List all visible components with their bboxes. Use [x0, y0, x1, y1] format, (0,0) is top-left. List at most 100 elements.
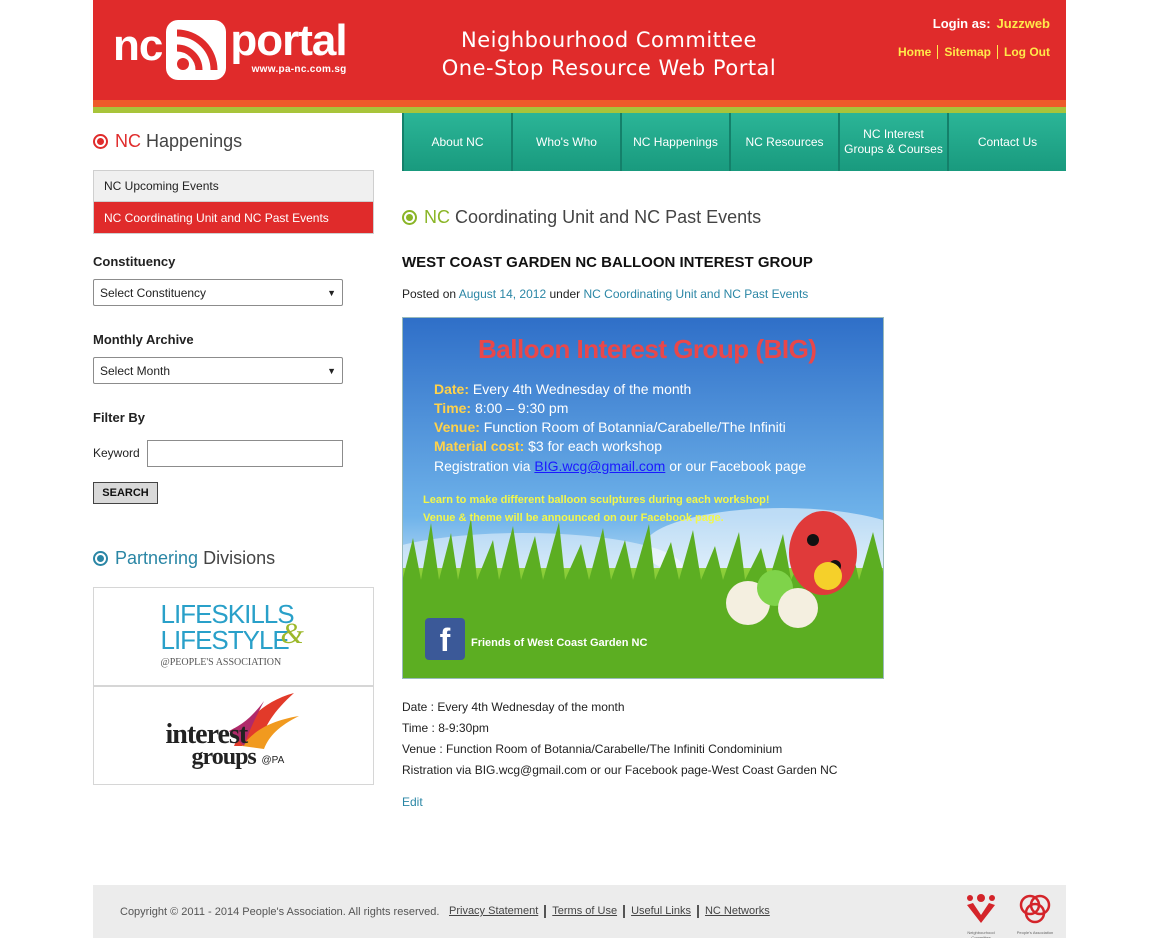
poster-reg-email: BIG.wcg@gmail.com: [534, 458, 666, 474]
facebook-icon: f: [439, 622, 451, 658]
nc-portal-logo[interactable]: nc portal www.pa-nc.com.sg: [113, 16, 348, 80]
nc-happenings-heading: NC Happenings: [93, 131, 242, 152]
dropdown-arrow-icon: ▼: [327, 288, 336, 298]
nc-footer-logo[interactable]: Neighbourhood Committee: [959, 891, 1003, 938]
post-title: WEST COAST GARDEN NC BALLOON INTEREST GR…: [402, 254, 813, 271]
site-footer: Copyright © 2011 - 2014 People's Associa…: [93, 885, 1066, 938]
terms-of-use-link[interactable]: Terms of Use: [544, 905, 623, 918]
monthly-archive-label: Monthly Archive: [93, 332, 194, 347]
happenings-menu: NC Upcoming Events NC Coordinating Unit …: [93, 170, 374, 234]
poster-venue-label: Venue:: [434, 419, 480, 435]
logo-portal-text: portal: [230, 16, 347, 65]
post-body-line: Venue : Function Room of Botannia/Carabe…: [402, 742, 783, 756]
footer-links: Privacy Statement Terms of Use Useful Li…: [443, 905, 776, 918]
nav-about-nc[interactable]: About NC: [402, 113, 511, 171]
bullet-icon: [402, 210, 417, 225]
header-links: Home Sitemap Log Out: [892, 45, 1050, 59]
post-body-line: Date : Every 4th Wednesday of the month: [402, 700, 625, 714]
heading-highlight: NC: [115, 131, 141, 151]
lifeskills-amp: &: [280, 617, 304, 650]
useful-links-link[interactable]: Useful Links: [623, 905, 697, 918]
interest-groups-logo[interactable]: interest groups @PA: [93, 686, 374, 785]
main-nav: About NC Who's Who NC Happenings NC Reso…: [402, 113, 1066, 171]
heading-highlight: Partnering: [115, 548, 199, 568]
login-username[interactable]: Juzzweb: [997, 16, 1050, 31]
filter-by-label: Filter By: [93, 410, 146, 425]
copyright-text: Copyright © 2011 - 2014 People's Associa…: [120, 906, 440, 918]
site-title-line1: Neighbourhood Committee: [461, 28, 757, 52]
poster-cost-line: Material cost: $3 for each workshop: [434, 438, 662, 454]
constituency-select-value: Select Constituency: [100, 285, 207, 300]
poster-date-line: Date: Every 4th Wednesday of the month: [434, 381, 691, 397]
pa-footer-logo[interactable]: People's Association: [1015, 891, 1055, 935]
interest-groups-logo-art: interest groups @PA: [164, 691, 304, 781]
bullet-icon: [93, 551, 108, 566]
logout-link[interactable]: Log Out: [997, 45, 1050, 59]
poster-title: Balloon Interest Group (BIG): [478, 334, 817, 364]
post-body-line: Time : 8-9:30pm: [402, 721, 489, 735]
site-title: Neighbourhood Committee One-Stop Resourc…: [393, 26, 825, 82]
interest-line2: groups: [191, 743, 257, 770]
poster-registration-line: Registration via BIG.wcg@gmail.com or ou…: [434, 458, 806, 474]
logo-nc-text: nc: [113, 21, 163, 70]
keyword-label: Keyword: [93, 446, 140, 460]
posted-on-label: Posted on: [402, 287, 457, 301]
nc-logo-caption: Neighbourhood Committee: [967, 930, 995, 938]
poster-facebook-label: Friends of West Coast Garden NC: [471, 637, 648, 649]
nav-nc-resources[interactable]: NC Resources: [729, 113, 838, 171]
nc-networks-link[interactable]: NC Networks: [696, 905, 776, 918]
page-heading: NC Coordinating Unit and NC Past Events: [402, 207, 761, 228]
menu-item-past-events[interactable]: NC Coordinating Unit and NC Past Events: [94, 202, 373, 233]
pa-logo-icon: [1019, 894, 1051, 924]
poster-cost-label: Material cost:: [434, 438, 525, 454]
poster-time-value: 8:00 – 9:30 pm: [474, 400, 569, 416]
sitemap-link[interactable]: Sitemap: [937, 45, 997, 59]
search-button[interactable]: SEARCH: [93, 482, 158, 504]
nav-contact-us[interactable]: Contact Us: [947, 113, 1066, 171]
dropdown-arrow-icon: ▼: [327, 366, 336, 376]
interest-sub: @PA: [261, 754, 285, 766]
post-category-link[interactable]: NC Coordinating Unit and NC Past Events: [584, 287, 809, 301]
lifeskills-logo-art: LIFESKILLS LIFESTYLE & @PEOPLE'S ASSOCIA…: [159, 599, 309, 674]
login-status: Login as: Juzzweb: [933, 16, 1050, 31]
privacy-statement-link[interactable]: Privacy Statement: [443, 905, 544, 918]
post-meta: Posted on August 14, 2012 under NC Coord…: [402, 287, 808, 301]
heading-highlight: NC: [424, 207, 450, 227]
poster-date-label: Date:: [434, 381, 470, 397]
event-poster-image: Balloon Interest Group (BIG) Date: Every…: [402, 317, 884, 679]
poster-reg-suffix: or our Facebook page: [669, 458, 807, 474]
poster-venue-line: Venue: Function Room of Botannia/Carabel…: [434, 419, 786, 435]
post-body: Date : Every 4th Wednesday of the month …: [402, 697, 837, 781]
heading-rest: Happenings: [146, 131, 243, 151]
nav-nc-interest-groups[interactable]: NC Interest Groups & Courses: [838, 113, 947, 171]
bullet-icon: [93, 134, 108, 149]
lifeskills-lifestyle-logo[interactable]: LIFESKILLS LIFESTYLE & @PEOPLE'S ASSOCIA…: [93, 587, 374, 686]
poster-date-value: Every 4th Wednesday of the month: [472, 381, 692, 397]
under-label: under: [549, 287, 581, 301]
logo-url-text: www.pa-nc.com.sg: [251, 64, 347, 75]
poster-learn-line1: Learn to make different balloon sculptur…: [423, 494, 770, 506]
home-link[interactable]: Home: [892, 45, 937, 59]
menu-item-upcoming-events[interactable]: NC Upcoming Events: [94, 171, 373, 202]
pa-logo-caption: People's Association: [1016, 930, 1054, 935]
heading-rest: Coordinating Unit and NC Past Events: [455, 207, 762, 227]
constituency-select[interactable]: Select Constituency ▼: [93, 279, 343, 306]
partnering-divisions-heading: Partnering Divisions: [93, 548, 275, 569]
edit-link[interactable]: Edit: [402, 795, 423, 809]
login-label: Login as:: [932, 16, 991, 31]
poster-cost-value: $3 for each workshop: [528, 438, 662, 454]
rss-icon: [166, 20, 227, 80]
poster-venue-value: Function Room of Botannia/Carabelle/The …: [483, 419, 786, 435]
nc-logo-icon: [967, 894, 995, 923]
header-stripe-orange: [93, 100, 1066, 107]
heading-rest: Divisions: [203, 548, 276, 568]
month-select-value: Select Month: [100, 363, 171, 378]
lifeskills-line2: LIFESTYLE: [160, 625, 290, 655]
nav-nc-happenings[interactable]: NC Happenings: [620, 113, 729, 171]
keyword-input[interactable]: [147, 440, 343, 467]
month-select[interactable]: Select Month ▼: [93, 357, 343, 384]
post-date-link[interactable]: August 14, 2012: [459, 287, 546, 301]
poster-time-label: Time:: [434, 400, 472, 416]
nav-whos-who[interactable]: Who's Who: [511, 113, 620, 171]
poster-reg-prefix: Registration via: [434, 458, 531, 474]
